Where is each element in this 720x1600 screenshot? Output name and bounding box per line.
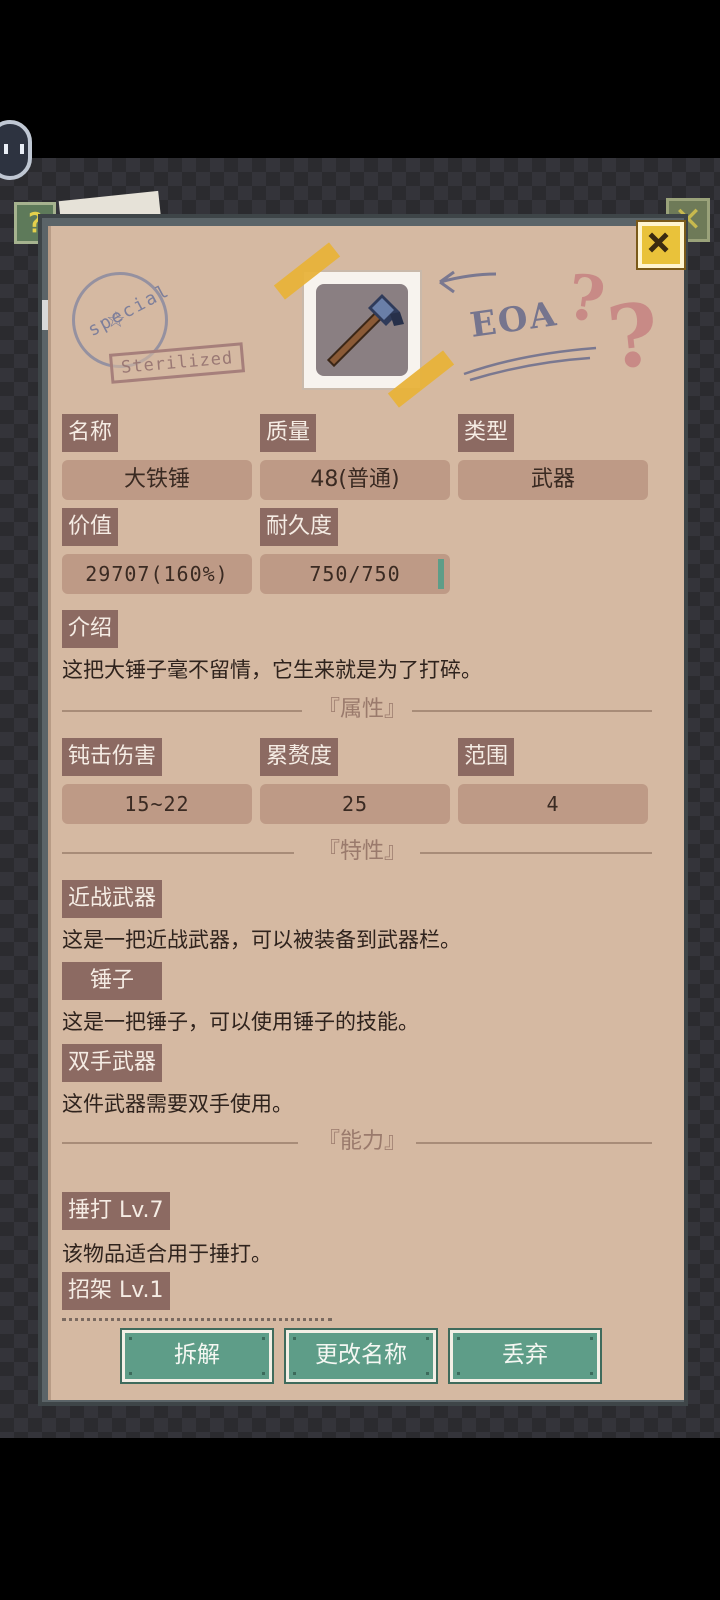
rename-button[interactable]: 更改名称 <box>284 1328 438 1384</box>
traits-divider: 『特性』 <box>62 838 662 868</box>
question-mark-large: ? <box>602 283 664 390</box>
range-label: 范围 <box>458 738 515 776</box>
ability-label: 招架 Lv.1 <box>62 1272 170 1310</box>
rename-button-label: 更改名称 <box>315 1342 407 1368</box>
durability-label: 耐久度 <box>260 508 339 546</box>
discard-button[interactable]: 丢弃 <box>448 1328 602 1384</box>
star-icon: ☆ <box>106 308 126 333</box>
discard-button-label: 丢弃 <box>502 1342 548 1368</box>
durability-value: 750/750 <box>309 562 401 586</box>
trait-label: 双手武器 <box>62 1044 163 1082</box>
value-value: 29707(160%) <box>62 554 252 594</box>
disassemble-button-label: 拆解 <box>174 1342 220 1368</box>
swirl-doodle <box>463 346 597 382</box>
attributes-divider: 『属性』 <box>62 696 662 726</box>
item-image-frame <box>302 270 422 390</box>
close-icon <box>648 232 669 253</box>
encumbrance-value: 25 <box>260 784 450 824</box>
range-value: 4 <box>458 784 648 824</box>
arrow-doodle <box>439 270 497 294</box>
trait-text: 这是一把近战武器，可以被装备到武器栏。 <box>62 928 461 952</box>
item-slot <box>316 284 408 376</box>
intro-label: 介绍 <box>62 610 119 648</box>
durability-bar: 750/750 <box>260 554 450 594</box>
close-button[interactable] <box>636 220 686 270</box>
trait-label: 近战武器 <box>62 880 163 918</box>
avatar-icon[interactable] <box>0 120 32 180</box>
trait-text: 这是一把锤子，可以使用锤子的技能。 <box>62 1010 419 1034</box>
ability-label: 捶打 Lv.7 <box>62 1192 170 1230</box>
name-label: 名称 <box>62 414 119 452</box>
trait-text: 这件武器需要双手使用。 <box>62 1092 293 1116</box>
blunt-damage-value: 15~22 <box>62 784 252 824</box>
blunt-damage-label: 钝击伤害 <box>62 738 163 776</box>
ability-text-cutoff <box>62 1318 332 1326</box>
trait-label: 锤子 <box>62 962 162 1000</box>
traits-title: 『特性』 <box>317 839 406 864</box>
attributes-title: 『属性』 <box>317 697 406 722</box>
quality-value: 48(普通) <box>260 460 450 500</box>
abilities-divider: 『能力』 <box>62 1128 662 1158</box>
name-value: 大铁锤 <box>62 460 252 500</box>
intro-text: 这把大锤子毫不留情，它生来就是为了打碎。 <box>62 658 482 682</box>
ability-text: 该物品适合用于捶打。 <box>62 1242 272 1266</box>
hammer-icon <box>326 294 404 368</box>
encumbrance-label: 累赘度 <box>260 738 339 776</box>
type-value: 武器 <box>458 460 648 500</box>
type-label: 类型 <box>458 414 515 452</box>
abilities-title: 『能力』 <box>317 1129 406 1154</box>
quality-label: 质量 <box>260 414 317 452</box>
value-label: 价值 <box>62 508 119 546</box>
disassemble-button[interactable]: 拆解 <box>120 1328 274 1384</box>
durability-fill <box>438 559 444 589</box>
